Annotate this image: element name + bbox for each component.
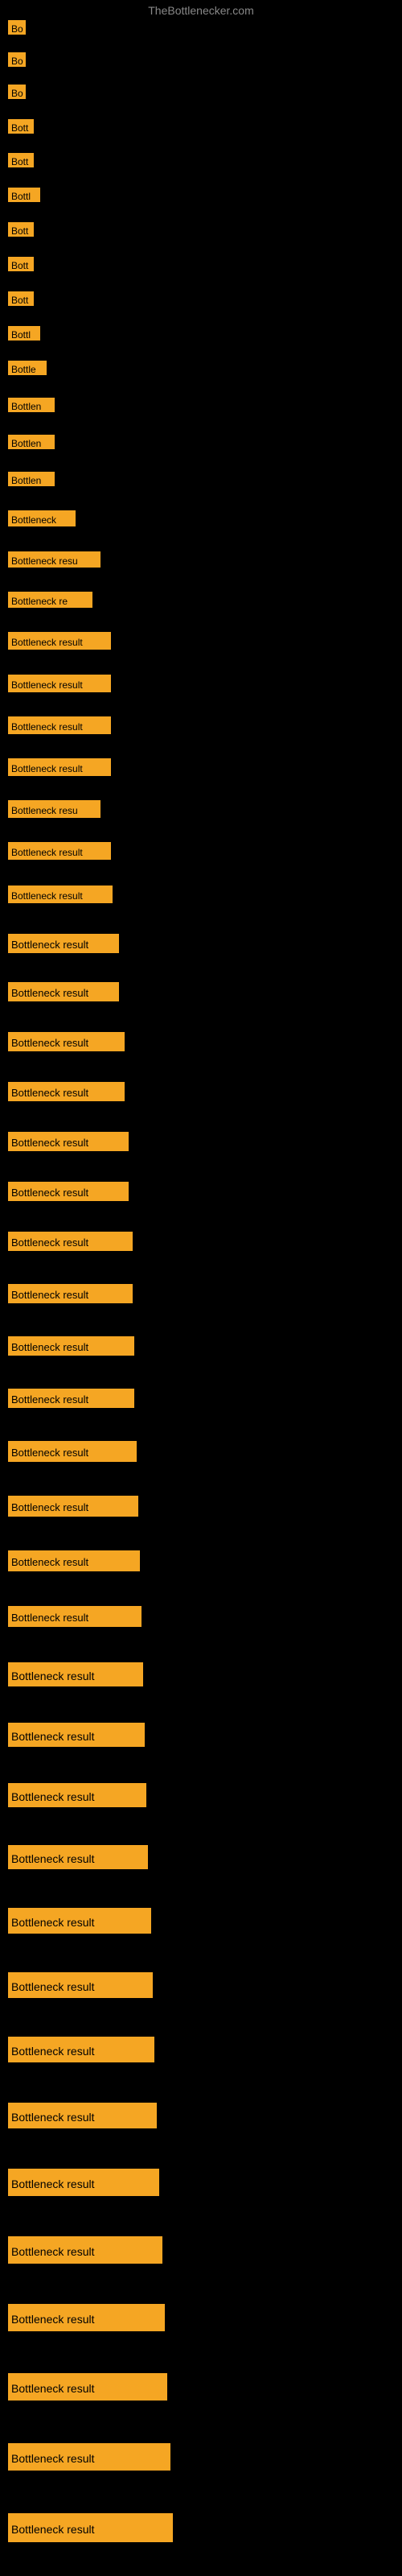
site-title: TheBottlenecker.com bbox=[148, 4, 254, 17]
bottleneck-label-38: Bottleneck result bbox=[8, 1606, 142, 1627]
bottleneck-label-18: Bottleneck result bbox=[8, 632, 111, 650]
bottleneck-label-28: Bottleneck result bbox=[8, 1082, 125, 1101]
bottleneck-label-26: Bottleneck result bbox=[8, 982, 119, 1001]
bottleneck-label-35: Bottleneck result bbox=[8, 1441, 137, 1462]
bottleneck-label-4: Bott bbox=[8, 119, 34, 134]
bottleneck-label-43: Bottleneck result bbox=[8, 1908, 151, 1934]
bottleneck-label-32: Bottleneck result bbox=[8, 1284, 133, 1303]
bottleneck-label-11: Bottle bbox=[8, 361, 47, 375]
bottleneck-label-7: Bott bbox=[8, 222, 34, 237]
bottleneck-label-37: Bottleneck result bbox=[8, 1550, 140, 1571]
bottleneck-label-39: Bottleneck result bbox=[8, 1662, 143, 1686]
bottleneck-label-17: Bottleneck re bbox=[8, 592, 92, 608]
bottleneck-label-8: Bott bbox=[8, 257, 34, 271]
bottleneck-label-2: Bo bbox=[8, 52, 26, 67]
bottleneck-label-40: Bottleneck result bbox=[8, 1723, 145, 1747]
bottleneck-label-19: Bottleneck result bbox=[8, 675, 111, 692]
bottleneck-label-20: Bottleneck result bbox=[8, 716, 111, 734]
bottleneck-label-1: Bo bbox=[8, 20, 26, 35]
bottleneck-label-45: Bottleneck result bbox=[8, 2037, 154, 2062]
bottleneck-label-52: Bottleneck result bbox=[8, 2513, 173, 2542]
bottleneck-label-16: Bottleneck resu bbox=[8, 551, 100, 568]
bottleneck-label-15: Bottleneck bbox=[8, 510, 76, 526]
bottleneck-label-6: Bottl bbox=[8, 188, 40, 202]
bottleneck-label-34: Bottleneck result bbox=[8, 1389, 134, 1408]
bottleneck-label-51: Bottleneck result bbox=[8, 2443, 170, 2471]
bottleneck-label-42: Bottleneck result bbox=[8, 1845, 148, 1869]
bottleneck-label-50: Bottleneck result bbox=[8, 2373, 167, 2401]
bottleneck-label-13: Bottlen bbox=[8, 435, 55, 449]
bottleneck-label-36: Bottleneck result bbox=[8, 1496, 138, 1517]
bottleneck-label-5: Bott bbox=[8, 153, 34, 167]
bottleneck-label-21: Bottleneck result bbox=[8, 758, 111, 776]
bottleneck-label-49: Bottleneck result bbox=[8, 2304, 165, 2331]
bottleneck-label-47: Bottleneck result bbox=[8, 2169, 159, 2196]
bottleneck-label-24: Bottleneck result bbox=[8, 886, 113, 903]
bottleneck-label-48: Bottleneck result bbox=[8, 2236, 162, 2264]
bottleneck-label-22: Bottleneck resu bbox=[8, 800, 100, 818]
bottleneck-label-25: Bottleneck result bbox=[8, 934, 119, 953]
bottleneck-label-3: Bo bbox=[8, 85, 26, 99]
bottleneck-label-46: Bottleneck result bbox=[8, 2103, 157, 2128]
bottleneck-label-30: Bottleneck result bbox=[8, 1182, 129, 1201]
bottleneck-label-12: Bottlen bbox=[8, 398, 55, 412]
bottleneck-label-33: Bottleneck result bbox=[8, 1336, 134, 1356]
bottleneck-label-9: Bott bbox=[8, 291, 34, 306]
bottleneck-label-23: Bottleneck result bbox=[8, 842, 111, 860]
bottleneck-label-14: Bottlen bbox=[8, 472, 55, 486]
bottleneck-label-31: Bottleneck result bbox=[8, 1232, 133, 1251]
bottleneck-label-10: Bottl bbox=[8, 326, 40, 341]
bottleneck-label-41: Bottleneck result bbox=[8, 1783, 146, 1807]
bottleneck-label-44: Bottleneck result bbox=[8, 1972, 153, 1998]
bottleneck-label-27: Bottleneck result bbox=[8, 1032, 125, 1051]
bottleneck-label-29: Bottleneck result bbox=[8, 1132, 129, 1151]
